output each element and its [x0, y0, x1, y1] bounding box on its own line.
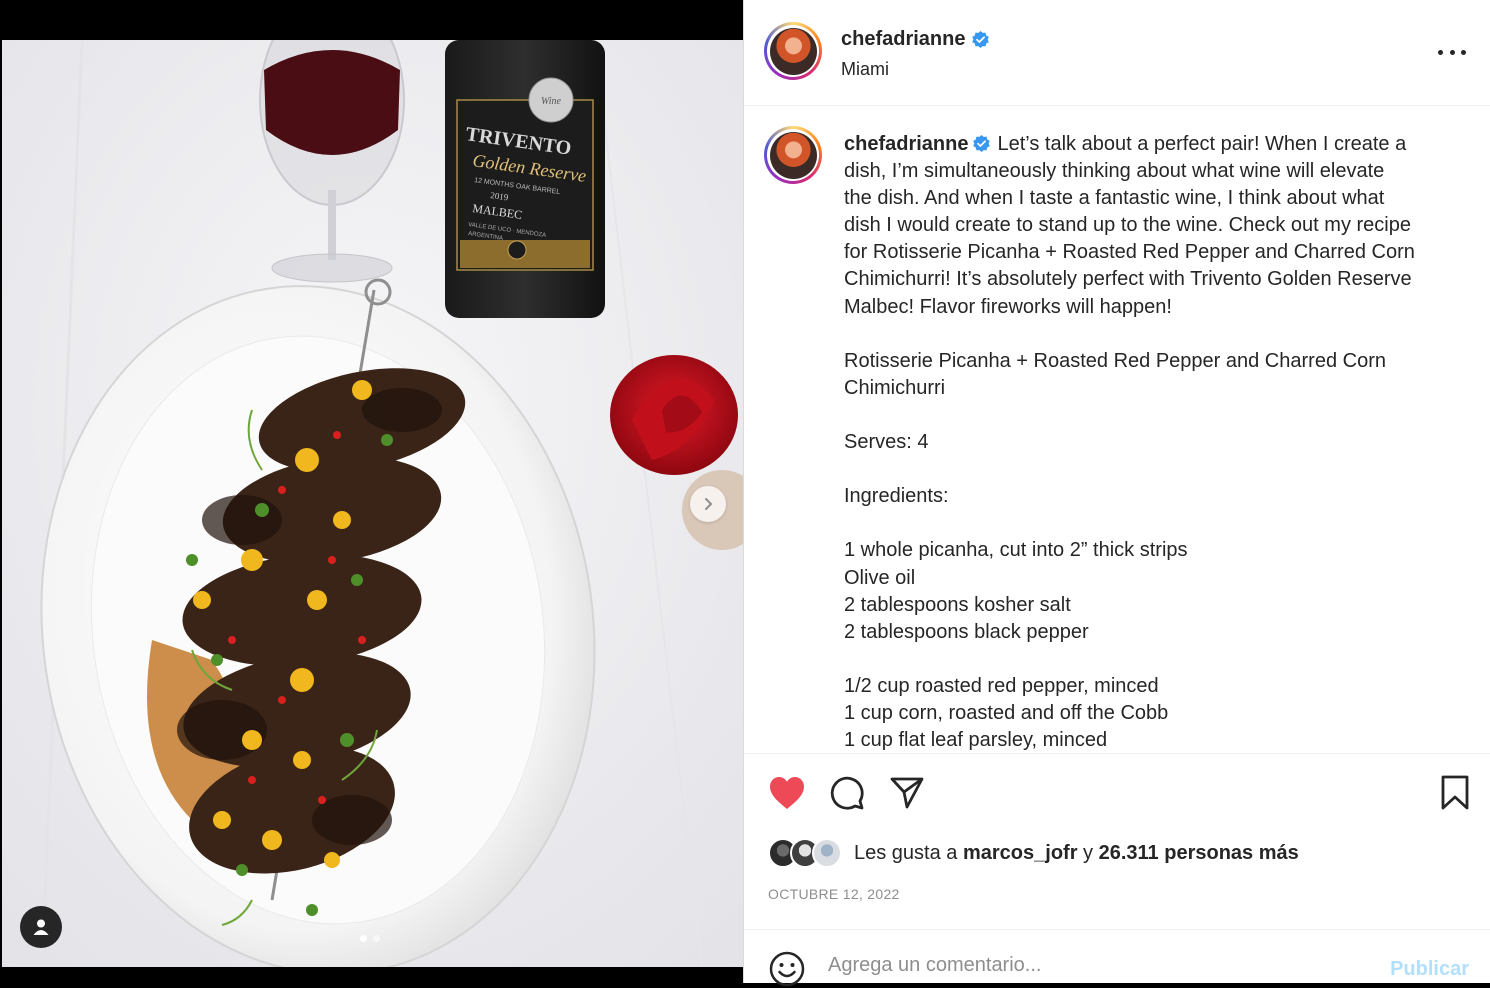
likes-count[interactable]: 26.311 personas más [1099, 842, 1299, 864]
caption-line: 1/2 cup roasted red pepper, minced [844, 674, 1159, 697]
caption-line: 1 whole picanha, cut into 2” thick strip… [844, 539, 1188, 562]
comment-bubble-icon [830, 776, 864, 810]
post-actions: Les gusta a marcos_jofr y 26.311 persona… [744, 753, 1490, 929]
caption-line: Chimichurri [844, 376, 946, 399]
bookmark-icon [1441, 775, 1469, 810]
caption-line: Ingredients: [844, 485, 949, 508]
likes-text: Les gusta a marcos_jofr y 26.311 persona… [854, 842, 1299, 865]
likes-connector: y [1083, 841, 1094, 864]
caption-username[interactable]: chefadrianne [844, 133, 968, 155]
caption-line: 1 cup flat leaf parsley, minced [844, 729, 1108, 752]
caption-line [844, 456, 1454, 483]
slide-dot [373, 935, 380, 942]
caption-line: dish I would create to stand up to the w… [844, 214, 1411, 237]
caption-line: 2 tablespoons black pepper [844, 620, 1089, 643]
emoji-smile-icon[interactable] [768, 950, 806, 988]
caption-line: Chimichurri! It’s absolutely perfect wit… [844, 268, 1412, 291]
caption-first-line: chefadrianne Let’s talk about a perfect … [844, 131, 1454, 158]
post-details-panel: chefadrianne Miami chefadrianne Let’s ta… [743, 0, 1490, 987]
post-date[interactable]: OCTUBRE 12, 2022 [768, 886, 900, 902]
post-media: Wine TRIVENTO Golden Reserve 12 MONTHS O… [0, 0, 743, 983]
caption-line: the dish. And when I taste a fantastic w… [844, 187, 1385, 210]
likes-prefix: Les gusta a [854, 841, 958, 864]
post-caption: chefadrianne Let’s talk about a perfect … [844, 131, 1454, 753]
caption-line: Olive oil [844, 566, 916, 589]
slide-indicator [360, 935, 380, 942]
author-avatar-image [769, 27, 817, 75]
caption-author-avatar[interactable] [764, 126, 822, 184]
caption-line: Serves: 4 [844, 431, 929, 454]
caption-line: Let’s talk about a perfect pair! When I … [997, 133, 1407, 155]
verified-badge-icon [972, 30, 990, 49]
save-button[interactable] [1434, 772, 1476, 814]
medal-text: Wine [541, 96, 562, 107]
caption-line: Malbec! Flavor fireworks will happen! [844, 295, 1172, 318]
share-button[interactable] [886, 772, 928, 814]
caption-line: for Rotisserie Picanha + Roasted Red Pep… [844, 241, 1415, 264]
caption-line: 1 cup corn, roasted and off the Cobb [844, 701, 1169, 724]
more-horizontal-icon [1438, 49, 1443, 55]
caption-line: dish, I’m simultaneously thinking about … [844, 160, 1385, 183]
paper-plane-icon [890, 777, 924, 809]
caption-line [844, 402, 1454, 429]
user-tag-icon [33, 919, 49, 935]
caption-line [844, 510, 1454, 537]
user-tags-button[interactable] [20, 906, 62, 948]
post-photo[interactable]: Wine TRIVENTO Golden Reserve 12 MONTHS O… [2, 40, 743, 967]
more-options-button[interactable] [1438, 42, 1466, 62]
slide-dot-active [360, 935, 367, 942]
comment-composer: Publicar [744, 929, 1490, 987]
caption-line [844, 321, 1454, 348]
next-slide-button[interactable] [690, 486, 726, 522]
likes-summary[interactable]: Les gusta a marcos_jofr y 26.311 persona… [768, 838, 1299, 868]
author-username[interactable]: chefadrianne [841, 28, 965, 51]
comment-button[interactable] [826, 772, 868, 814]
post-location[interactable]: Miami [841, 59, 889, 80]
publish-button[interactable]: Publicar [1390, 958, 1469, 981]
chevron-right-icon [705, 498, 712, 510]
like-button[interactable] [766, 772, 808, 814]
post-header: chefadrianne Miami [744, 0, 1490, 106]
caption-scroll-area[interactable]: chefadrianne Let’s talk about a perfect … [744, 107, 1490, 753]
comment-input[interactable] [828, 954, 1348, 977]
verified-badge-icon [973, 134, 991, 153]
caption-line: 2 tablespoons kosher salt [844, 593, 1071, 616]
liker-username[interactable]: marcos_jofr [963, 842, 1078, 864]
author-avatar[interactable] [764, 22, 822, 80]
heart-filled-icon [770, 777, 804, 809]
food-photo-illustration: Wine TRIVENTO Golden Reserve 12 MONTHS O… [2, 40, 743, 967]
liker-avatar [812, 838, 842, 868]
caption-line [844, 646, 1454, 673]
caption-line: Rotisserie Picanha + Roasted Red Pepper … [844, 349, 1386, 372]
caption-author-avatar-image [769, 131, 817, 179]
